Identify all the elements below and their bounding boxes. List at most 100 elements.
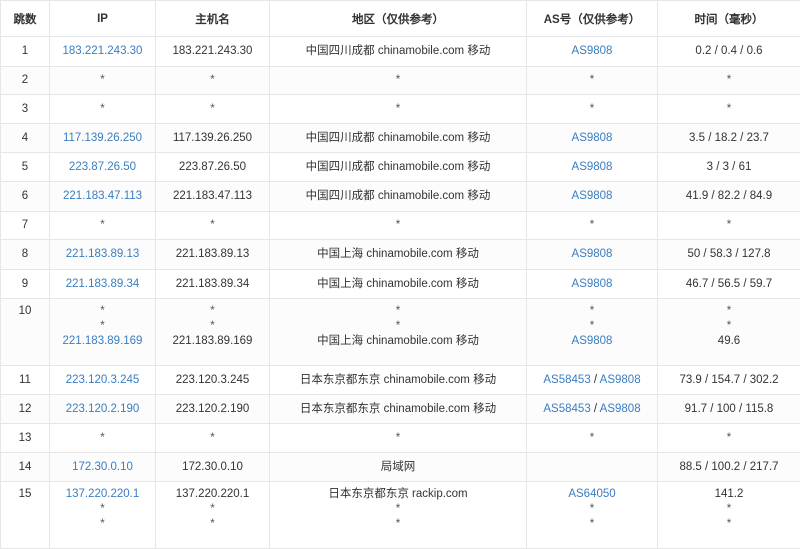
time-cell: 41.9 / 82.2 / 84.9	[658, 182, 800, 212]
as-number-link[interactable]: AS9808	[572, 335, 613, 347]
as-cell: *	[527, 95, 658, 124]
region-cell-value: 中国四川成都 chinamobile.com 移动	[270, 44, 526, 59]
as-line: *	[527, 218, 657, 233]
no-response-marker: *	[156, 218, 269, 233]
as-number-link[interactable]: AS9808	[600, 374, 641, 386]
as-cell: AS9808	[527, 240, 658, 270]
no-response-marker: *	[156, 304, 269, 319]
table-row: 9221.183.89.34221.183.89.34中国上海 chinamob…	[1, 270, 800, 299]
region-cell-value: 中国上海 chinamobile.com 移动	[270, 334, 526, 349]
as-line: *	[527, 73, 657, 88]
ip-cell: 223.120.2.190	[50, 395, 156, 424]
hostname-cell: 223.120.2.190	[156, 395, 270, 424]
hostname-cell: 223.120.3.245	[156, 366, 270, 395]
ip-cell: *	[50, 67, 156, 95]
no-response-marker: *	[50, 319, 155, 334]
as-number-link[interactable]: AS9808	[572, 278, 613, 290]
as-line: AS9808	[527, 160, 657, 175]
time-cell: 46.7 / 56.5 / 59.7	[658, 270, 800, 299]
table-row: 14172.30.0.10172.30.0.10局域网88.5 / 100.2 …	[1, 453, 800, 482]
as-cell: **AS9808	[527, 299, 658, 366]
no-response-marker: *	[50, 73, 155, 88]
region-cell: *	[270, 424, 527, 453]
region-cell: 中国上海 chinamobile.com 移动	[270, 240, 527, 270]
no-response-marker: *	[590, 432, 594, 444]
as-number-link[interactable]: AS58453	[543, 374, 590, 386]
ip-cell-value[interactable]: 221.183.89.34	[50, 277, 155, 292]
as-number-link[interactable]: AS58453	[543, 403, 590, 415]
hostname-cell-value: 223.120.2.190	[156, 402, 269, 417]
ip-cell-value[interactable]: 223.87.26.50	[50, 160, 155, 175]
as-number-link[interactable]: AS9808	[572, 248, 613, 260]
no-response-marker: *	[658, 218, 800, 233]
as-number-link[interactable]: AS9808	[572, 132, 613, 144]
hop-number: 4	[1, 124, 50, 153]
ip-cell-value[interactable]: 117.139.26.250	[50, 131, 155, 146]
as-cell: AS58453 / AS9808	[527, 395, 658, 424]
no-response-marker: *	[50, 218, 155, 233]
region-cell-value: 日本东京都东京 rackip.com	[270, 487, 526, 502]
ip-cell-value[interactable]: 221.183.89.169	[50, 334, 155, 349]
ip-cell-value[interactable]: 221.183.89.13	[50, 247, 155, 262]
region-cell: 中国四川成都 chinamobile.com 移动	[270, 182, 527, 212]
header-hop: 跳数	[1, 1, 50, 37]
hop-number: 12	[1, 395, 50, 424]
time-cell-value: 3.5 / 18.2 / 23.7	[658, 131, 800, 146]
as-line: *	[527, 102, 657, 117]
time-cell: *	[658, 212, 800, 240]
as-number-link[interactable]: AS9808	[572, 190, 613, 202]
no-response-marker: *	[658, 304, 800, 319]
no-response-marker: *	[658, 102, 800, 117]
table-row: 7*****	[1, 212, 800, 240]
no-response-marker: *	[590, 103, 594, 115]
table-body: 1183.221.243.30183.221.243.30中国四川成都 chin…	[1, 37, 800, 549]
ip-cell-value[interactable]: 223.120.2.190	[50, 402, 155, 417]
time-cell: 3.5 / 18.2 / 23.7	[658, 124, 800, 153]
ip-cell-value[interactable]: 183.221.243.30	[50, 44, 155, 59]
region-cell-value: 中国四川成都 chinamobile.com 移动	[270, 160, 526, 175]
traceroute-table: 跳数 IP 主机名 地区（仅供参考） AS号（仅供参考） 时间（毫秒） 1183…	[0, 0, 800, 549]
region-cell: *	[270, 67, 527, 95]
hostname-cell-value: 221.183.89.169	[156, 334, 269, 349]
hostname-cell-value: 117.139.26.250	[156, 131, 269, 146]
region-cell: 日本东京都东京 rackip.com**	[270, 482, 527, 549]
ip-cell: 172.30.0.10	[50, 453, 156, 482]
as-cell: AS9808	[527, 153, 658, 182]
table-row: 6221.183.47.113221.183.47.113中国四川成都 chin…	[1, 182, 800, 212]
hostname-cell-value: 172.30.0.10	[156, 460, 269, 475]
no-response-marker: *	[270, 517, 526, 532]
region-cell: 中国上海 chinamobile.com 移动	[270, 270, 527, 299]
ip-cell-value[interactable]: 172.30.0.10	[50, 460, 155, 475]
as-line: *	[527, 319, 657, 334]
ip-cell: **221.183.89.169	[50, 299, 156, 366]
region-cell-value: 日本东京都东京 chinamobile.com 移动	[270, 373, 526, 388]
no-response-marker: *	[658, 517, 800, 532]
time-cell-value: 88.5 / 100.2 / 217.7	[658, 460, 800, 475]
as-cell: *	[527, 424, 658, 453]
hop-number: 10	[1, 299, 50, 366]
no-response-marker: *	[590, 305, 594, 317]
ip-cell: 221.183.47.113	[50, 182, 156, 212]
as-number-link[interactable]: AS9808	[572, 45, 613, 57]
hop-number: 2	[1, 67, 50, 95]
ip-cell-value[interactable]: 137.220.220.1	[50, 487, 155, 502]
as-number-link[interactable]: AS9808	[572, 161, 613, 173]
table-row: 8221.183.89.13221.183.89.13中国上海 chinamob…	[1, 240, 800, 270]
hostname-cell-value: 221.183.89.13	[156, 247, 269, 262]
ip-cell-value[interactable]: 221.183.47.113	[50, 189, 155, 204]
as-number-link[interactable]: AS9808	[600, 403, 641, 415]
ip-cell: 223.87.26.50	[50, 153, 156, 182]
header-region: 地区（仅供参考）	[270, 1, 527, 37]
as-separator: /	[591, 403, 600, 415]
no-response-marker: *	[270, 502, 526, 517]
hop-number: 14	[1, 453, 50, 482]
hostname-cell: 221.183.89.34	[156, 270, 270, 299]
time-cell: 141.2**	[658, 482, 800, 549]
region-cell: 中国四川成都 chinamobile.com 移动	[270, 124, 527, 153]
ip-cell-value[interactable]: 223.120.3.245	[50, 373, 155, 388]
no-response-marker: *	[50, 431, 155, 446]
hop-number: 13	[1, 424, 50, 453]
no-response-marker: *	[156, 319, 269, 334]
as-number-link[interactable]: AS64050	[568, 488, 615, 500]
as-line: AS9808	[527, 44, 657, 59]
